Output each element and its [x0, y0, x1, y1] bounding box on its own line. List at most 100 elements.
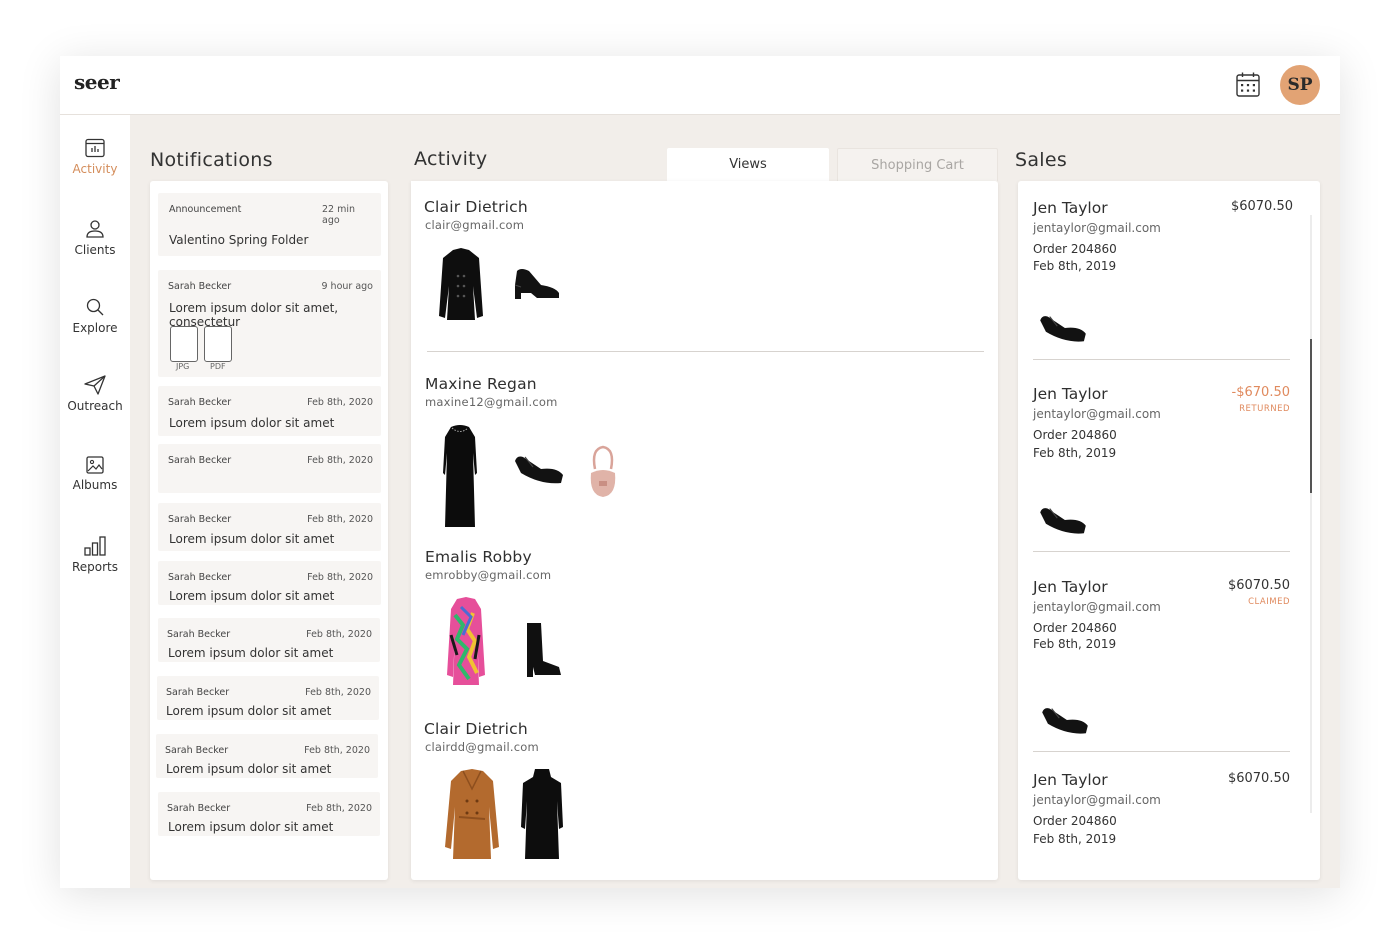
camel-coat-image[interactable] — [439, 767, 505, 861]
sale-amount: $6070.50 — [1230, 199, 1293, 214]
notification-time: Feb 8th, 2020 — [306, 629, 372, 640]
sidebar: Activity Clients Explore Outreach Albums… — [60, 115, 130, 888]
notification-text: Lorem ipsum dolor sit amet — [168, 646, 334, 660]
sidebar-item-label: Activity — [72, 162, 118, 176]
attachment-label: PDF — [210, 362, 226, 371]
black-flats-image[interactable] — [1036, 309, 1090, 347]
sale-date: Feb 8th, 2019 — [1033, 637, 1117, 651]
sidebar-item-label: Albums — [72, 478, 118, 492]
sidebar-item-clients[interactable]: Clients — [60, 219, 130, 275]
avatar[interactable]: SP — [1280, 65, 1320, 105]
notification-text: Lorem ipsum dolor sit amet — [169, 589, 335, 603]
notifications-title: Notifications — [150, 149, 273, 171]
notification-author: Sarah Becker — [168, 572, 232, 583]
notification-card[interactable]: Sarah Becker Feb 8th, 2020 — [158, 444, 381, 493]
client-name[interactable]: Clair Dietrich — [424, 198, 528, 216]
jpg-attachment-icon[interactable] — [170, 326, 198, 362]
activity-title: Activity — [414, 148, 488, 170]
sidebar-item-label: Outreach — [67, 399, 123, 413]
sale-customer-name[interactable]: Jen Taylor — [1033, 385, 1108, 403]
black-loafers-image[interactable] — [511, 265, 563, 303]
sidebar-item-activity[interactable]: Activity — [60, 138, 130, 194]
black-dress-image[interactable] — [437, 423, 483, 529]
notification-text: Lorem ipsum dolor sit amet, consectetur — [169, 301, 339, 329]
calendar-icon[interactable] — [1236, 72, 1260, 97]
notification-card[interactable]: Sarah Becker Feb 8th, 2020 Lorem ipsum d… — [158, 503, 381, 551]
sale-order-number: Order 204860 — [1033, 621, 1117, 635]
notification-author: Sarah Becker — [167, 803, 231, 814]
black-flats-image[interactable] — [511, 449, 567, 489]
notification-author: Sarah Becker — [168, 281, 232, 292]
notification-author: Sarah Becker — [168, 397, 232, 408]
image-icon — [86, 456, 104, 474]
notification-author: Sarah Becker — [165, 745, 229, 756]
paper-plane-icon — [84, 375, 106, 395]
sale-customer-name[interactable]: Jen Taylor — [1033, 199, 1108, 217]
sidebar-item-label: Clients — [74, 243, 116, 257]
client-name[interactable]: Maxine Regan — [425, 375, 537, 393]
sale-date: Feb 8th, 2019 — [1033, 259, 1117, 273]
sale-customer-email: jentaylor@gmail.com — [1033, 407, 1161, 421]
client-email: maxine12@gmail.com — [425, 395, 558, 409]
notification-time: Feb 8th, 2020 — [307, 455, 373, 466]
client-email: clairdd@gmail.com — [425, 740, 539, 754]
sales-title: Sales — [1015, 149, 1068, 171]
client-name[interactable]: Emalis Robby — [425, 548, 532, 566]
notification-card[interactable]: Sarah Becker Feb 8th, 2020 Lorem ipsum d… — [156, 734, 378, 778]
sidebar-item-outreach[interactable]: Outreach — [60, 375, 130, 431]
logo[interactable]: seer — [74, 70, 120, 94]
sidebar-item-explore[interactable]: Explore — [60, 297, 130, 353]
sale-customer-name[interactable]: Jen Taylor — [1033, 578, 1108, 596]
client-name[interactable]: Clair Dietrich — [424, 720, 528, 738]
notifications-panel: Announcement 22 min ago Valentino Spring… — [150, 181, 388, 880]
notification-author: Announcement — [169, 204, 242, 215]
pink-bag-image[interactable] — [585, 443, 621, 499]
sales-scrollbar[interactable] — [1310, 215, 1312, 813]
notification-time: 22 min ago — [322, 204, 356, 226]
black-flats-image[interactable] — [1036, 501, 1090, 539]
print-coat-image[interactable] — [443, 595, 489, 687]
section-divider — [427, 351, 984, 352]
notification-card[interactable]: Sarah Becker 9 hour ago Lorem ipsum dolo… — [158, 270, 381, 377]
notification-card[interactable]: Sarah Becker Feb 8th, 2020 Lorem ipsum d… — [158, 618, 380, 662]
notification-card[interactable]: Sarah Becker Feb 8th, 2020 Lorem ipsum d… — [157, 676, 379, 720]
sale-divider — [1033, 359, 1290, 360]
client-email: clair@gmail.com — [425, 218, 525, 232]
notification-card[interactable]: Announcement 22 min ago Valentino Spring… — [158, 193, 381, 256]
client-email: emrobby@gmail.com — [425, 568, 552, 582]
black-boots-image[interactable] — [521, 621, 563, 679]
notification-card[interactable]: Sarah Becker Feb 8th, 2020 Lorem ipsum d… — [158, 792, 380, 836]
sale-order-number: Order 204860 — [1033, 242, 1117, 256]
black-knit-dress-image[interactable] — [517, 767, 567, 861]
tab-views[interactable]: Views — [667, 148, 829, 181]
sidebar-item-reports[interactable]: Reports — [60, 536, 130, 592]
sales-scrollbar-thumb[interactable] — [1310, 339, 1312, 493]
black-flats-image[interactable] — [1038, 701, 1092, 739]
tab-shopping-cart[interactable]: Shopping Cart — [837, 148, 998, 181]
pdf-attachment-icon[interactable] — [204, 326, 232, 362]
notification-time: Feb 8th, 2020 — [304, 745, 370, 756]
notification-text: Lorem ipsum dolor sit amet — [169, 532, 335, 546]
notification-author: Sarah Becker — [168, 455, 232, 466]
notification-author: Sarah Becker — [167, 629, 231, 640]
sale-divider — [1033, 751, 1290, 752]
notification-card[interactable]: Sarah Becker Feb 8th, 2020 Lorem ipsum d… — [158, 386, 381, 436]
notification-text: Lorem ipsum dolor sit amet — [166, 704, 332, 718]
notification-card[interactable]: Sarah Becker Feb 8th, 2020 Lorem ipsum d… — [158, 561, 381, 605]
top-bar: seer SP — [60, 56, 1340, 115]
notification-author: Sarah Becker — [168, 514, 232, 525]
black-jacket-image[interactable] — [433, 246, 489, 322]
app-window: seer SP Activity Clients Explore Outreac… — [60, 56, 1340, 888]
sale-divider — [1033, 551, 1290, 552]
sale-status-badge: RETURNED — [1239, 404, 1290, 414]
notification-text: Lorem ipsum dolor sit amet — [169, 416, 335, 430]
sale-customer-email: jentaylor@gmail.com — [1033, 600, 1161, 614]
notification-time: Feb 8th, 2020 — [307, 572, 373, 583]
activity-icon — [85, 138, 105, 158]
sale-customer-name[interactable]: Jen Taylor — [1033, 771, 1108, 789]
sale-date: Feb 8th, 2019 — [1033, 832, 1117, 846]
person-icon — [86, 220, 104, 238]
sidebar-item-albums[interactable]: Albums — [60, 456, 130, 512]
attachment-label: JPG — [176, 362, 190, 371]
notification-time: 9 hour ago — [321, 281, 373, 292]
